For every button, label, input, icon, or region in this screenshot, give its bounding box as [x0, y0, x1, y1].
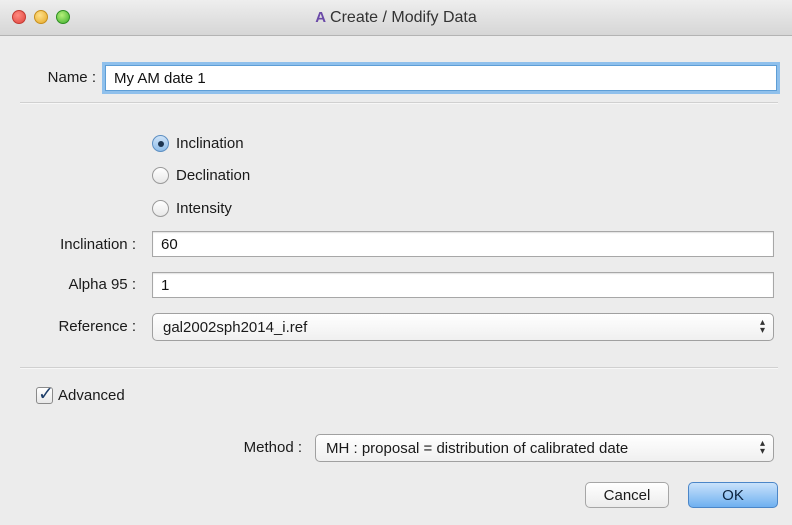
top-separator	[20, 102, 778, 104]
radio-inclination[interactable]: Inclination	[152, 135, 244, 152]
radio-declination[interactable]: Declination	[152, 167, 250, 184]
select-arrows-icon: ▴ ▾	[759, 438, 765, 457]
alpha95-input[interactable]: 1	[152, 272, 774, 298]
inclination-input[interactable]: 60	[152, 231, 774, 257]
name-label: Name :	[47, 69, 96, 86]
name-input[interactable]: My AM date 1	[105, 65, 777, 91]
radio-declination-label: Declination	[176, 167, 251, 184]
method-label: Method :	[243, 439, 302, 456]
app-icon: A	[315, 9, 327, 26]
method-select-value: MH : proposal = distribution of calibrat…	[326, 440, 629, 457]
bottom-separator	[20, 367, 778, 369]
inclination-label: Inclination :	[60, 236, 136, 253]
cancel-button[interactable]: Cancel	[585, 482, 669, 508]
radio-inclination-label: Inclination	[176, 135, 244, 152]
checkmark-icon: ✓	[38, 384, 54, 405]
title-bar: A Create / Modify Data	[0, 0, 792, 36]
radio-declination-button[interactable]	[152, 167, 169, 184]
alpha95-label: Alpha 95 :	[68, 276, 136, 293]
radio-intensity[interactable]: Intensity	[152, 200, 232, 217]
ok-button[interactable]: OK	[688, 482, 778, 508]
window-title: Create / Modify Data	[330, 9, 477, 26]
reference-label: Reference :	[58, 318, 136, 335]
reference-select-value: gal2002sph2014_i.ref	[163, 319, 308, 336]
window-title-group: A Create / Modify Data	[0, 9, 792, 27]
method-select[interactable]: MH : proposal = distribution of calibrat…	[315, 434, 774, 462]
radio-inclination-button[interactable]	[152, 135, 169, 152]
advanced-checkbox[interactable]: ✓	[36, 384, 54, 405]
reference-select[interactable]: gal2002sph2014_i.ref ▴ ▾	[152, 313, 774, 341]
radio-intensity-label: Intensity	[176, 200, 232, 217]
select-arrows-icon: ▴ ▾	[759, 317, 765, 336]
radio-intensity-button[interactable]	[152, 200, 169, 217]
advanced-label: Advanced	[58, 387, 125, 404]
